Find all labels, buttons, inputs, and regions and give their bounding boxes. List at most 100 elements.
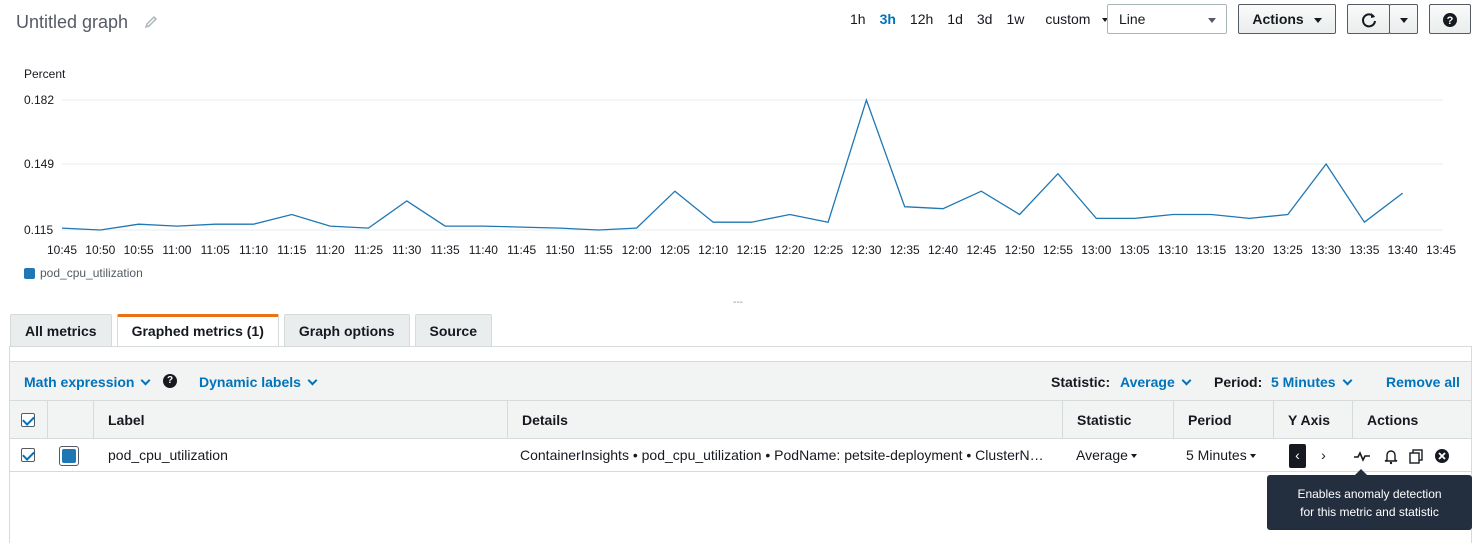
x-tick-label: 12:50 bbox=[1005, 243, 1035, 257]
dynamic-labels-dropdown[interactable]: Dynamic labels bbox=[199, 374, 318, 390]
x-tick-label: 13:20 bbox=[1234, 243, 1264, 257]
help-icon[interactable]: ? bbox=[163, 374, 177, 388]
metrics-toolbar: Math expression ? Dynamic labels Statist… bbox=[10, 361, 1471, 401]
range-1w[interactable]: 1w bbox=[999, 11, 1031, 27]
period-label: Period: bbox=[1214, 374, 1263, 390]
x-tick-label: 10:50 bbox=[85, 243, 115, 257]
legend-label: pod_cpu_utilization bbox=[40, 266, 143, 280]
chevron-down-icon bbox=[307, 375, 318, 386]
statistic-label: Statistic: bbox=[1051, 374, 1111, 390]
range-custom[interactable]: custom bbox=[1031, 11, 1115, 27]
select-all-checkbox[interactable] bbox=[21, 413, 35, 427]
table-row: pod_cpu_utilization ContainerInsights • … bbox=[10, 439, 1471, 472]
row-period-select[interactable]: 5 Minutes bbox=[1186, 439, 1271, 472]
actions-button[interactable]: Actions bbox=[1238, 4, 1336, 34]
metric-label[interactable]: pod_cpu_utilization bbox=[108, 439, 498, 472]
range-custom-label: custom bbox=[1045, 11, 1091, 27]
line-chart: Percent 0.182 0.149 0.115 10:45 10:50 10:55 11:… bbox=[24, 67, 1456, 257]
metric-color-fill bbox=[62, 449, 76, 463]
edit-pencil-icon[interactable] bbox=[143, 14, 159, 30]
tooltip-line-2: for this metric and statistic bbox=[1300, 505, 1439, 519]
tab-bar: All metrics Graphed metrics (1) Graph op… bbox=[10, 314, 492, 347]
x-tick-label: 13:25 bbox=[1273, 243, 1303, 257]
y-tick-label: 0.149 bbox=[24, 157, 54, 171]
x-tick-label: 11:55 bbox=[584, 243, 613, 257]
y-tick-label: 0.182 bbox=[24, 93, 54, 107]
metric-details: ContainerInsights • pod_cpu_utilization … bbox=[520, 447, 1044, 463]
x-tick-label: 12:10 bbox=[698, 243, 728, 257]
range-3h[interactable]: 3h bbox=[873, 11, 903, 27]
statistic-dropdown[interactable]: Average bbox=[1120, 374, 1192, 390]
x-tick-label: 11:05 bbox=[201, 243, 230, 257]
period-dropdown[interactable]: 5 Minutes bbox=[1271, 374, 1353, 390]
tab-graph-options[interactable]: Graph options bbox=[283, 314, 410, 346]
math-expression-label: Math expression bbox=[24, 374, 135, 390]
anomaly-detection-icon[interactable] bbox=[1353, 447, 1371, 465]
yaxis-right-button[interactable]: › bbox=[1315, 444, 1332, 468]
help-icon: ? bbox=[1443, 13, 1457, 28]
help-button[interactable]: ? bbox=[1429, 4, 1471, 34]
resize-handle[interactable]: --- bbox=[733, 297, 743, 308]
graph-title[interactable]: Untitled graph bbox=[16, 12, 128, 33]
statistic-column-header[interactable]: Statistic bbox=[1062, 401, 1173, 439]
range-1h[interactable]: 1h bbox=[843, 11, 873, 27]
time-range-selector: 1h 3h 12h 1d 3d 1w custom bbox=[843, 11, 1115, 27]
color-column-header bbox=[47, 401, 93, 439]
graphed-metrics-panel: Math expression ? Dynamic labels Statist… bbox=[9, 346, 1472, 543]
x-tick-label: 12:35 bbox=[890, 243, 920, 257]
duplicate-icon[interactable] bbox=[1407, 447, 1425, 465]
x-tick-label: 13:30 bbox=[1311, 243, 1341, 257]
actions-button-label: Actions bbox=[1252, 11, 1304, 27]
dropdown-arrow-icon bbox=[1208, 18, 1216, 23]
refresh-options-button[interactable] bbox=[1389, 4, 1418, 34]
tab-graphed-metrics[interactable]: Graphed metrics (1) bbox=[116, 314, 279, 347]
table-header: Label Details Statistic Period Y Axis Ac… bbox=[10, 401, 1471, 439]
chevron-down-icon bbox=[1342, 375, 1353, 386]
math-expression-dropdown[interactable]: Math expression bbox=[24, 374, 151, 390]
svg-text:?: ? bbox=[1447, 15, 1454, 27]
x-tick-label: 13:15 bbox=[1196, 243, 1226, 257]
x-tick-label: 11:30 bbox=[392, 243, 421, 257]
row-statistic-value: Average bbox=[1076, 447, 1128, 463]
period-value: 5 Minutes bbox=[1271, 374, 1336, 390]
range-3d[interactable]: 3d bbox=[970, 11, 1000, 27]
remove-all-link[interactable]: Remove all bbox=[1386, 374, 1460, 390]
chevron-down-icon bbox=[141, 375, 151, 386]
range-12h[interactable]: 12h bbox=[903, 11, 940, 27]
legend-swatch bbox=[24, 267, 35, 279]
period-column-header[interactable]: Period bbox=[1173, 401, 1273, 439]
x-tick-label: 12:05 bbox=[660, 243, 690, 257]
remove-icon[interactable] bbox=[1433, 447, 1451, 465]
row-statistic-select[interactable]: Average bbox=[1076, 439, 1171, 472]
details-column-header[interactable]: Details bbox=[507, 401, 1062, 439]
statistic-value: Average bbox=[1120, 374, 1175, 390]
caret-down-icon bbox=[1249, 454, 1256, 459]
x-tick-label: 11:35 bbox=[430, 243, 459, 257]
x-tick-label: 12:00 bbox=[622, 243, 652, 257]
yaxis-column-header[interactable]: Y Axis bbox=[1273, 401, 1352, 439]
yaxis-left-button[interactable]: ‹ bbox=[1289, 444, 1306, 468]
label-column-header[interactable]: Label bbox=[93, 401, 507, 439]
chart-legend[interactable]: pod_cpu_utilization bbox=[24, 266, 143, 280]
series-line bbox=[61, 97, 1404, 231]
tooltip-line-1: Enables anomaly detection bbox=[1297, 487, 1442, 501]
alarm-bell-icon[interactable] bbox=[1382, 447, 1400, 465]
row-checkbox[interactable] bbox=[21, 448, 35, 462]
x-tick-label: 12:25 bbox=[813, 243, 843, 257]
x-tick-label: 11:00 bbox=[162, 243, 191, 257]
tab-all-metrics[interactable]: All metrics bbox=[10, 314, 112, 346]
x-tick-label: 11:10 bbox=[239, 243, 268, 257]
caret-down-icon bbox=[1130, 454, 1137, 459]
tab-source[interactable]: Source bbox=[414, 314, 492, 346]
x-tick-label: 12:40 bbox=[928, 243, 958, 257]
metric-color-picker[interactable] bbox=[59, 446, 79, 466]
range-1d[interactable]: 1d bbox=[940, 11, 970, 27]
refresh-button[interactable] bbox=[1347, 4, 1390, 34]
y-tick-label: 0.115 bbox=[24, 223, 53, 237]
chart-type-select[interactable]: Line bbox=[1107, 4, 1227, 34]
x-tick-label: 10:45 bbox=[47, 243, 77, 257]
x-tick-label: 13:00 bbox=[1081, 243, 1111, 257]
x-tick-label: 12:30 bbox=[851, 243, 881, 257]
dynamic-labels-label: Dynamic labels bbox=[199, 374, 301, 390]
x-tick-label: 13:45 bbox=[1426, 243, 1456, 257]
